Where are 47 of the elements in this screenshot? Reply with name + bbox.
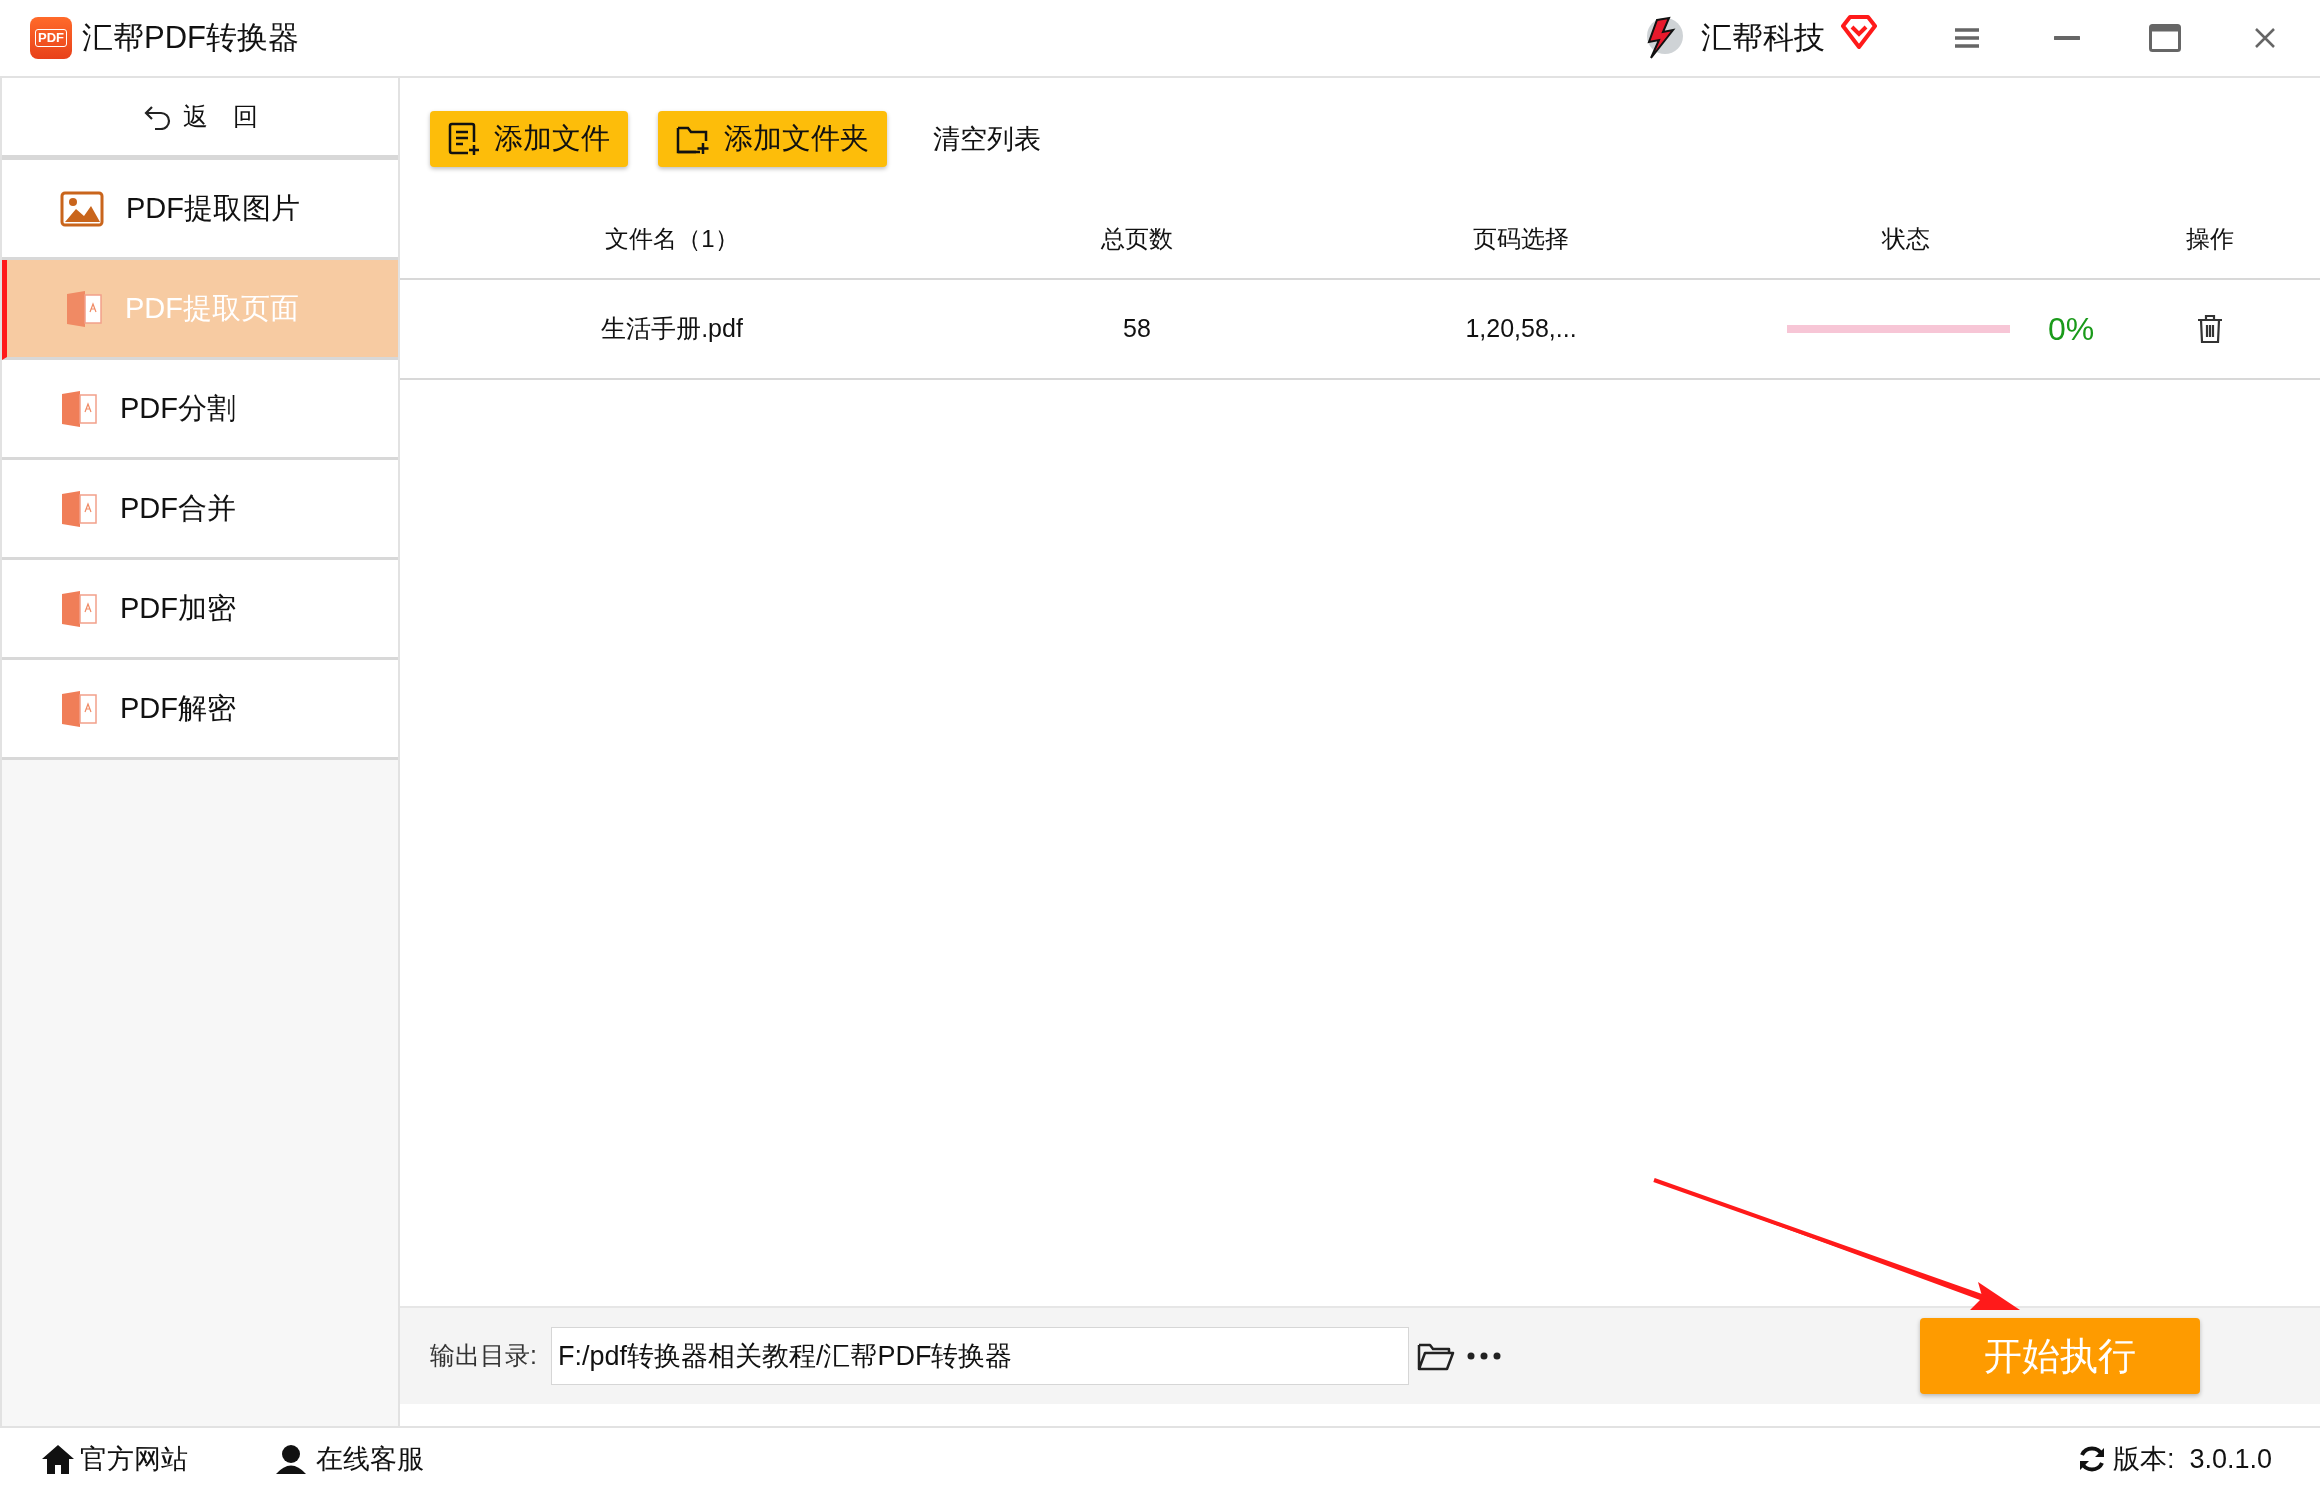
back-arrow-icon — [142, 103, 173, 130]
website-link[interactable]: 官方网站 — [40, 1438, 188, 1480]
column-header: 页码选择 — [1473, 224, 1569, 254]
pdf-document-icon — [65, 289, 103, 328]
delete-button[interactable] — [2196, 314, 2224, 344]
output-path-field[interactable]: F:/pdf转换器相关教程/汇帮PDF转换器 — [550, 1327, 1409, 1385]
more-icon — [1466, 1352, 1501, 1360]
pdf-document-icon — [60, 489, 98, 528]
folder-icon — [1416, 1341, 1455, 1371]
column-header: 文件名（1） — [605, 224, 739, 254]
trash-icon — [2196, 314, 2224, 344]
output-label: 输出目录: — [430, 1340, 537, 1372]
sidebar-item[interactable]: PDF提取图片 — [2, 160, 398, 260]
table-cell-text: 58 — [1123, 313, 1151, 345]
maximize-icon — [2149, 24, 2181, 52]
diamond-heart-icon — [1841, 14, 1877, 50]
progress-percent: 0% — [2048, 310, 2095, 349]
image-icon — [60, 190, 104, 227]
pdf-document-icon — [60, 589, 98, 628]
pdf-document-icon — [60, 689, 98, 728]
home-icon — [40, 1443, 76, 1475]
sidebar-item[interactable]: PDF分割 — [2, 360, 398, 460]
version-text: 版本: 3.0.1.0 — [2112, 1442, 2272, 1476]
window-title: 汇帮PDF转换器 — [82, 18, 299, 57]
app-logo: PDF — [30, 17, 72, 59]
support-link[interactable]: 在线客服 — [274, 1438, 424, 1480]
brand-name: 汇帮科技 — [1701, 18, 1825, 57]
column-header: 总页数 — [1101, 224, 1173, 254]
menu-icon — [1954, 27, 1980, 49]
minimize-icon — [2054, 35, 2080, 41]
browse-folder-button[interactable] — [1416, 1341, 1455, 1371]
person-icon — [274, 1443, 308, 1475]
pdf-document-icon — [60, 389, 98, 428]
add-folder-button[interactable]: 添加文件夹 — [658, 111, 887, 167]
sidebar-item[interactable]: PDF加密 — [2, 560, 398, 660]
table-cell-text: 1,20,58,... — [1465, 313, 1577, 345]
close-icon — [2254, 27, 2276, 49]
back-button[interactable]: 返 回 — [2, 78, 398, 160]
clear-list-button[interactable]: 清空列表 — [933, 118, 1041, 160]
sidebar-item[interactable]: PDF解密 — [2, 660, 398, 760]
column-header: 操作 — [2186, 224, 2234, 254]
document-plus-icon — [448, 122, 480, 156]
sidebar-item[interactable]: PDF合并 — [2, 460, 398, 560]
table-cell-text: 生活手册.pdf — [601, 313, 743, 345]
column-header: 状态 — [1882, 224, 1930, 254]
more-button[interactable] — [1466, 1352, 1501, 1360]
add-file-button[interactable]: 添加文件 — [430, 111, 628, 167]
